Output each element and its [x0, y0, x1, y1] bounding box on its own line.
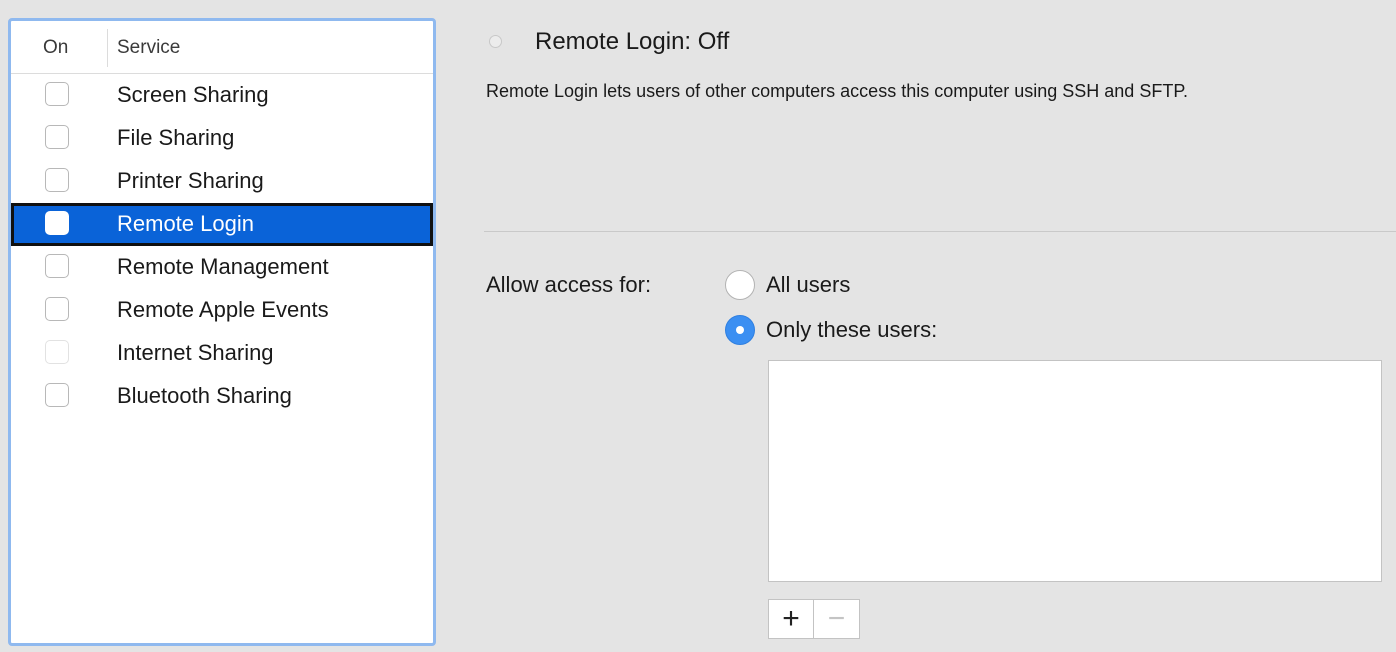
service-label: Internet Sharing [117, 340, 274, 365]
service-label: Remote Management [117, 254, 329, 279]
only-these-users-radio[interactable] [725, 315, 755, 345]
service-label: Bluetooth Sharing [117, 383, 292, 408]
remote-login-checkbox[interactable] [45, 211, 69, 235]
add-user-button[interactable]: + [768, 599, 814, 639]
all-users-radio[interactable] [725, 270, 755, 300]
service-label: Screen Sharing [117, 82, 269, 107]
service-row-remote-management[interactable]: Remote Management [11, 246, 433, 289]
service-row-internet-sharing[interactable]: Internet Sharing [11, 332, 433, 375]
internet-sharing-checkbox [45, 340, 69, 364]
bluetooth-sharing-checkbox[interactable] [45, 383, 69, 407]
column-header-on[interactable]: On [43, 37, 68, 59]
service-row-bluetooth-sharing[interactable]: Bluetooth Sharing [11, 375, 433, 418]
file-sharing-checkbox[interactable] [45, 125, 69, 149]
remote-apple-events-checkbox[interactable] [45, 297, 69, 321]
service-status-title: Remote Login: Off [535, 28, 730, 55]
service-description: Remote Login lets users of other compute… [486, 81, 1188, 101]
status-off-dot-icon [489, 35, 502, 48]
service-label: Remote Login [117, 211, 254, 236]
printer-sharing-checkbox[interactable] [45, 168, 69, 192]
allow-access-label: Allow access for: [486, 272, 652, 297]
column-divider [107, 29, 108, 67]
remove-user-button[interactable]: − [814, 599, 860, 639]
remote-management-checkbox[interactable] [45, 254, 69, 278]
service-row-screen-sharing[interactable]: Screen Sharing [11, 74, 433, 117]
service-label: Remote Apple Events [117, 297, 329, 322]
separator [484, 231, 1396, 232]
services-table-header: On Service [11, 21, 433, 74]
service-row-remote-apple-events[interactable]: Remote Apple Events [11, 289, 433, 332]
services-table[interactable]: On Service Screen Sharing File Sharing P… [8, 18, 436, 646]
service-row-printer-sharing[interactable]: Printer Sharing [11, 160, 433, 203]
allowed-users-list[interactable] [768, 360, 1382, 582]
service-row-file-sharing[interactable]: File Sharing [11, 117, 433, 160]
screen-sharing-checkbox[interactable] [45, 82, 69, 106]
service-label: Printer Sharing [117, 168, 264, 193]
user-list-buttons: + − [768, 599, 860, 639]
column-header-service[interactable]: Service [117, 37, 180, 59]
service-label: File Sharing [117, 125, 235, 150]
only-these-users-radio-label[interactable]: Only these users: [766, 317, 937, 343]
all-users-radio-label[interactable]: All users [766, 272, 850, 298]
service-row-remote-login[interactable]: Remote Login [11, 203, 433, 246]
